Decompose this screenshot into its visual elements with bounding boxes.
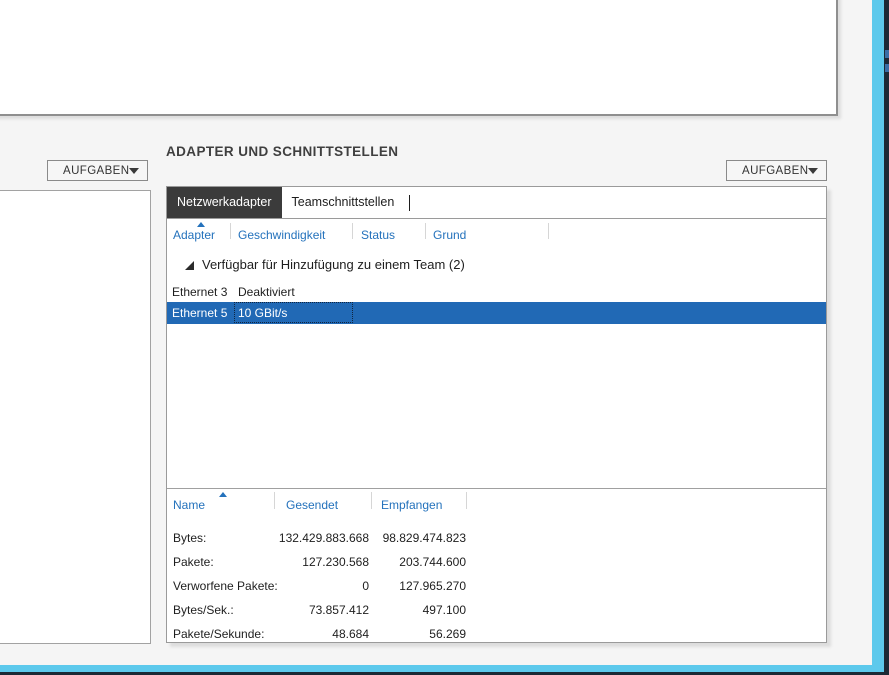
text-cursor bbox=[409, 194, 411, 211]
window-border-right bbox=[872, 0, 884, 675]
window-edge-artifact bbox=[885, 50, 889, 58]
cell-adapter: Ethernet 3 bbox=[172, 285, 228, 299]
window-edge-artifact bbox=[885, 64, 889, 72]
stats-row-verworfene-pakete: Verworfene Pakete: 0 127.965.270 bbox=[167, 575, 826, 597]
window-border-bottom bbox=[0, 665, 884, 672]
stat-received: 127.965.270 bbox=[399, 579, 466, 593]
group-row-available-adapters[interactable]: Verfügbar für Hinzufügung zu einem Team … bbox=[167, 250, 826, 280]
stat-received: 56.269 bbox=[429, 627, 466, 641]
stat-received: 203.744.600 bbox=[399, 555, 466, 569]
stat-sent: 132.429.883.668 bbox=[278, 531, 369, 545]
tab-bar: Netzwerkadapter Teamschnittstellen bbox=[167, 187, 826, 219]
table-row-ethernet-5-selected[interactable]: Ethernet 5 10 GBit/s bbox=[167, 302, 826, 324]
column-header-geschwindigkeit[interactable]: Geschwindigkeit bbox=[238, 228, 325, 242]
stat-sent: 48.684 bbox=[332, 627, 369, 641]
cell-adapter: Ethernet 5 bbox=[172, 306, 228, 320]
column-header-grund[interactable]: Grund bbox=[433, 228, 466, 242]
collapse-expanded-icon[interactable] bbox=[185, 261, 194, 270]
stat-received: 497.100 bbox=[422, 603, 466, 617]
statistics-column-headers: Name Gesendet Empfangen bbox=[167, 489, 826, 515]
sort-ascending-icon bbox=[197, 222, 205, 227]
table-row-ethernet-3[interactable]: Ethernet 3 Deaktiviert bbox=[167, 282, 826, 302]
tasks-dropdown-right[interactable]: AUFGABEN bbox=[726, 160, 827, 181]
stat-sent: 73.857.412 bbox=[308, 603, 369, 617]
cell-speed: Deaktiviert bbox=[238, 285, 295, 299]
stats-row-bytes-sek: Bytes/Sek.: 73.857.412 497.100 bbox=[167, 599, 826, 621]
stats-row-pakete: Pakete: 127.230.568 203.744.600 bbox=[167, 551, 826, 573]
column-divider bbox=[425, 223, 426, 239]
tasks-dropdown-right-label: AUFGABEN bbox=[742, 164, 809, 177]
column-divider bbox=[371, 492, 372, 509]
column-header-name[interactable]: Name bbox=[173, 498, 205, 512]
stats-row-pakete-sekunde: Pakete/Sekunde: 48.684 56.269 bbox=[167, 623, 826, 645]
column-divider bbox=[230, 223, 231, 239]
column-header-gesendet[interactable]: Gesendet bbox=[286, 498, 338, 512]
stat-sent: 127.230.568 bbox=[302, 555, 369, 569]
tasks-dropdown-left[interactable]: AUFGABEN bbox=[47, 160, 148, 181]
column-divider bbox=[466, 492, 467, 509]
stat-name: Bytes: bbox=[173, 531, 207, 545]
top-cutoff-panel bbox=[0, 0, 838, 116]
chevron-down-icon bbox=[808, 167, 819, 174]
stat-name: Pakete: bbox=[173, 555, 214, 569]
tab-netzwerkadapter[interactable]: Netzwerkadapter bbox=[167, 187, 282, 218]
cell-speed: 10 GBit/s bbox=[238, 306, 288, 320]
stats-row-bytes: Bytes: 132.429.883.668 98.829.474.823 bbox=[167, 527, 826, 549]
stat-name: Bytes/Sek.: bbox=[173, 603, 234, 617]
section-title: ADAPTER UND SCHNITTSTELLEN bbox=[166, 144, 399, 159]
column-divider bbox=[352, 223, 353, 239]
stat-sent: 0 bbox=[362, 579, 369, 593]
column-header-status[interactable]: Status bbox=[361, 228, 395, 242]
adapter-column-headers: Adapter Geschwindigkeit Status Grund bbox=[167, 219, 826, 246]
left-cutoff-panel bbox=[0, 190, 151, 644]
tasks-dropdown-left-label: AUFGABEN bbox=[63, 164, 130, 177]
column-divider bbox=[274, 492, 275, 509]
chevron-down-icon bbox=[129, 167, 140, 174]
column-divider bbox=[548, 223, 549, 239]
stat-received: 98.829.474.823 bbox=[382, 531, 466, 545]
adapters-interfaces-panel: Netzwerkadapter Teamschnittstellen Adapt… bbox=[166, 186, 827, 643]
column-header-empfangen[interactable]: Empfangen bbox=[381, 498, 442, 512]
tab-teamschnittstellen[interactable]: Teamschnittstellen bbox=[282, 187, 405, 218]
sort-ascending-icon bbox=[219, 492, 227, 497]
group-label: Verfügbar für Hinzufügung zu einem Team … bbox=[202, 257, 465, 272]
screen-edge-right bbox=[884, 0, 889, 675]
column-header-adapter[interactable]: Adapter bbox=[173, 228, 215, 242]
